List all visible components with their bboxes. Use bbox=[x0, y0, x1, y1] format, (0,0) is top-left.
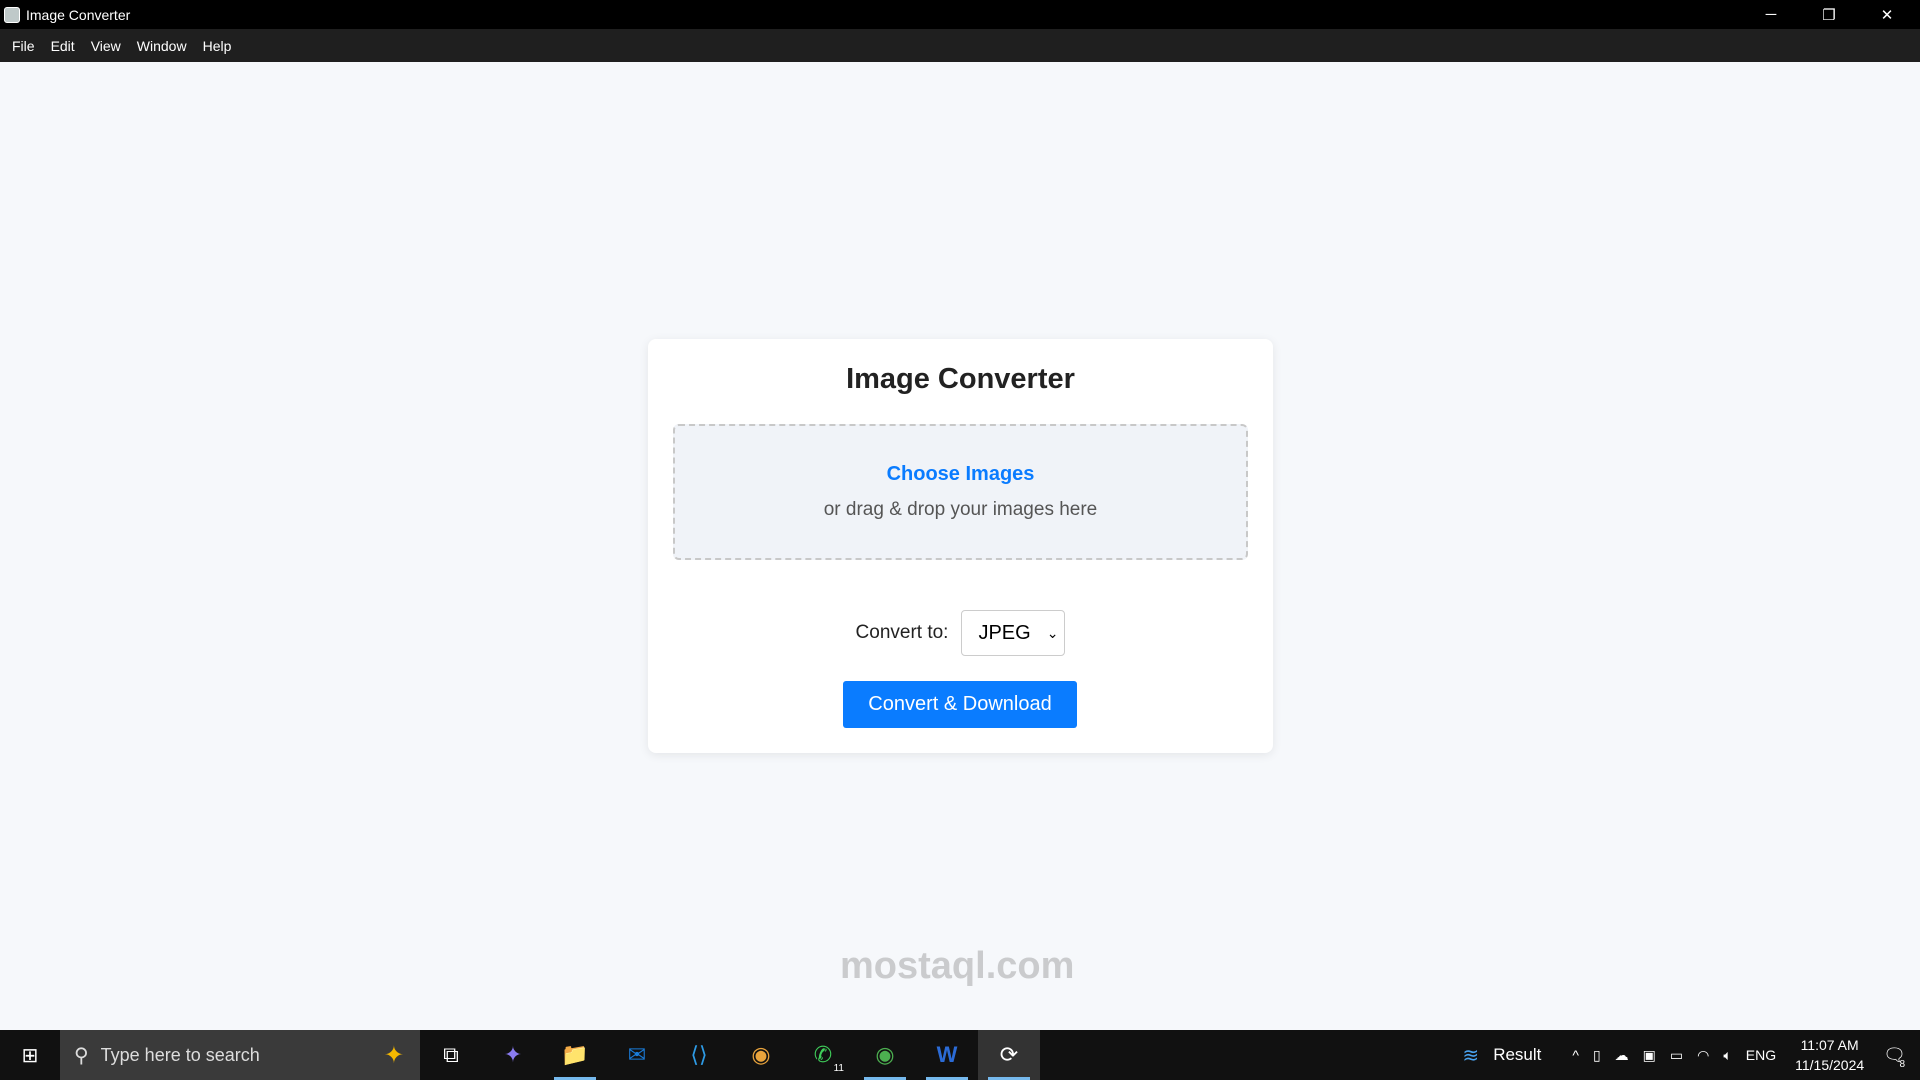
task-view-icon[interactable]: ⧉ bbox=[420, 1030, 482, 1080]
convert-download-button[interactable]: Convert & Download bbox=[843, 681, 1077, 728]
date: 11/15/2024 bbox=[1795, 1057, 1865, 1073]
format-select[interactable]: JPEG ⌄ bbox=[961, 610, 1066, 656]
weather-label[interactable]: Result bbox=[1493, 1045, 1541, 1065]
maximize-button[interactable]: ❐ bbox=[1800, 0, 1858, 29]
app-icon bbox=[4, 6, 20, 23]
close-button[interactable]: ✕ bbox=[1858, 0, 1916, 29]
chevron-up-icon[interactable]: ^ bbox=[1572, 1047, 1579, 1063]
drop-hint: or drag & drop your images here bbox=[823, 499, 1098, 520]
volume-icon[interactable]: 🔈︎ bbox=[1723, 1047, 1731, 1064]
security-icon[interactable]: ▣ bbox=[1643, 1047, 1656, 1064]
title-bar: Image Converter ─ ❐ ✕ bbox=[0, 0, 1920, 29]
whatsapp-icon[interactable]: ✆ 11 bbox=[792, 1030, 854, 1080]
time: 11:07 AM bbox=[1800, 1037, 1859, 1053]
chrome-profile-icon[interactable]: ◉ bbox=[854, 1030, 916, 1080]
notification-count: 8 bbox=[1899, 1058, 1905, 1070]
window-title: Image Converter bbox=[26, 6, 131, 23]
system-tray: ≋ Result ^ ▯ ☁ ▣ ▭ ◠ 🔈︎ ENG 11:07 AM 11/… bbox=[1455, 1030, 1920, 1080]
converter-card: Image Converter Choose Images or drag & … bbox=[648, 339, 1273, 753]
search-placeholder: Type here to search bbox=[100, 1044, 260, 1065]
convert-to-label: Convert to: bbox=[855, 622, 949, 643]
battery-icon[interactable]: ▭ bbox=[1670, 1047, 1683, 1064]
page-title: Image Converter bbox=[846, 363, 1075, 395]
minimize-button[interactable]: ─ bbox=[1742, 0, 1800, 29]
menu-window[interactable]: Window bbox=[129, 38, 195, 54]
copilot-icon[interactable]: ✦ bbox=[482, 1030, 544, 1080]
choose-images-link[interactable]: Choose Images bbox=[675, 463, 1246, 486]
onedrive-icon[interactable]: ☁ bbox=[1615, 1047, 1629, 1064]
whatsapp-badge: 11 bbox=[833, 1063, 844, 1074]
menu-file[interactable]: File bbox=[4, 38, 43, 54]
wifi-icon[interactable]: ◠ bbox=[1697, 1047, 1709, 1064]
device-icon[interactable]: ▯ bbox=[1593, 1047, 1601, 1064]
format-row: Convert to: JPEG ⌄ bbox=[648, 610, 1273, 656]
sparkle-icon: ✦ bbox=[383, 1041, 404, 1069]
clock[interactable]: 11:07 AM 11/15/2024 bbox=[1795, 1035, 1864, 1075]
vscode-icon[interactable]: ⟨⟩ bbox=[668, 1030, 730, 1080]
word-icon[interactable]: W bbox=[916, 1030, 978, 1080]
menu-bar: File Edit View Window Help bbox=[0, 29, 1920, 62]
drop-zone[interactable]: Choose Images or drag & drop your images… bbox=[673, 424, 1248, 560]
taskbar-search[interactable]: ⚲ Type here to search ✦ bbox=[60, 1030, 420, 1080]
weather-icon: ≋ bbox=[1462, 1044, 1480, 1067]
chevron-down-icon: ⌄ bbox=[1046, 624, 1059, 641]
image-converter-taskbar-icon[interactable]: ⟳ bbox=[978, 1030, 1040, 1080]
whatsapp-glyph: ✆ bbox=[813, 1042, 833, 1067]
menu-help[interactable]: Help bbox=[195, 38, 240, 54]
menu-edit[interactable]: Edit bbox=[43, 38, 83, 54]
windows-start-icon[interactable]: ⊞ bbox=[0, 1030, 60, 1080]
search-icon: ⚲ bbox=[74, 1044, 89, 1067]
watermark: mostaql.com bbox=[840, 945, 1075, 987]
format-value: JPEG bbox=[978, 621, 1031, 644]
language-indicator[interactable]: ENG bbox=[1746, 1047, 1776, 1063]
file-explorer-icon[interactable]: 📁 bbox=[544, 1030, 606, 1080]
taskbar: ⊞ ⚲ Type here to search ✦ ⧉ ✦ 📁 ✉ ⟨⟩ ◉ ✆… bbox=[0, 1030, 1920, 1080]
menu-view[interactable]: View bbox=[83, 38, 129, 54]
outlook-icon[interactable]: ✉ bbox=[606, 1030, 668, 1080]
notification-icon[interactable]: 🗨︎ 8 bbox=[1883, 1045, 1906, 1070]
chrome-icon[interactable]: ◉ bbox=[730, 1030, 792, 1080]
